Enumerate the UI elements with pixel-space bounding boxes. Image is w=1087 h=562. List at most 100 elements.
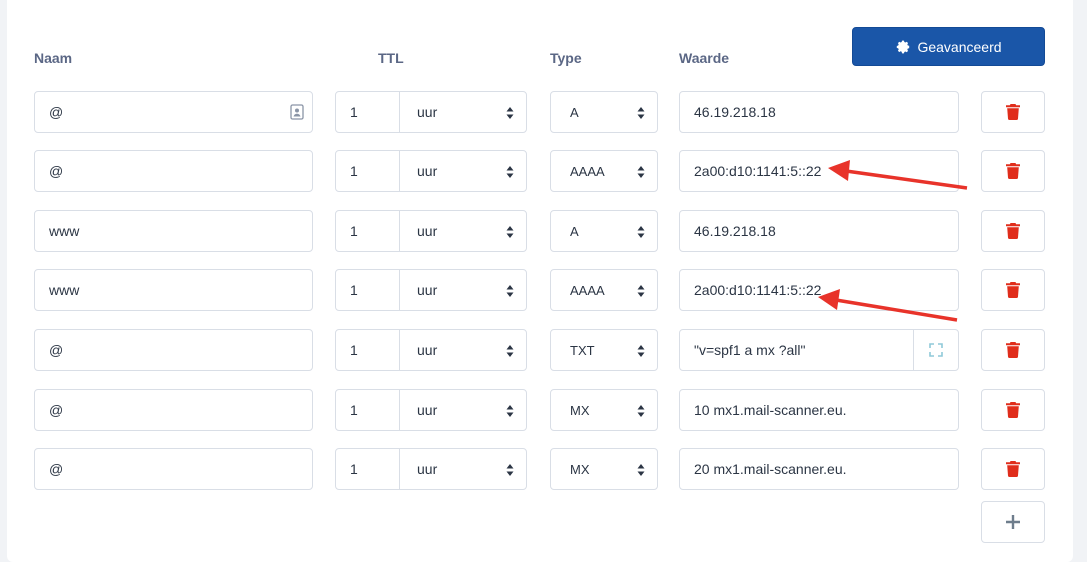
type-value: A bbox=[570, 223, 579, 239]
ttl-input[interactable]: 1 bbox=[335, 269, 400, 311]
delete-record-button[interactable] bbox=[981, 269, 1045, 311]
sort-caret-icon bbox=[506, 226, 514, 238]
advanced-button[interactable]: Geavanceerd bbox=[852, 27, 1045, 66]
ttl-value: 1 bbox=[350, 223, 358, 239]
ttl-input[interactable]: 1 bbox=[335, 91, 400, 133]
delete-record-button[interactable] bbox=[981, 91, 1045, 133]
value-input[interactable]: 46.19.218.18 bbox=[679, 91, 959, 133]
type-value: MX bbox=[570, 461, 590, 477]
name-value: @ bbox=[49, 163, 64, 179]
trash-icon bbox=[1006, 223, 1020, 239]
type-value: AAAA bbox=[570, 163, 605, 179]
ttl-input[interactable]: 1 bbox=[335, 448, 400, 490]
ttl-unit-select[interactable]: uur bbox=[399, 329, 527, 371]
ttl-value: 1 bbox=[350, 104, 358, 120]
delete-record-button[interactable] bbox=[981, 389, 1045, 431]
name-input[interactable]: www bbox=[34, 269, 313, 311]
ttl-unit-value: uur bbox=[417, 461, 438, 477]
sort-caret-icon bbox=[506, 464, 514, 476]
value-input[interactable]: "v=spf1 a mx ?all" bbox=[679, 329, 959, 371]
type-value: TXT bbox=[570, 342, 595, 358]
sort-caret-icon bbox=[506, 107, 514, 119]
record-row: @ 1 uur MX 10 mx1.mail-scanner.eu. bbox=[0, 389, 1087, 431]
type-select[interactable]: MX bbox=[550, 448, 658, 490]
value-input[interactable]: 10 mx1.mail-scanner.eu. bbox=[679, 389, 959, 431]
trash-icon bbox=[1006, 461, 1020, 477]
value-text: 46.19.218.18 bbox=[694, 223, 776, 239]
type-select[interactable]: A bbox=[550, 91, 658, 133]
ttl-unit-value: uur bbox=[417, 402, 438, 418]
name-value: www bbox=[49, 223, 80, 239]
name-value: www bbox=[49, 282, 80, 298]
ttl-value: 1 bbox=[350, 163, 358, 179]
sort-caret-icon bbox=[637, 226, 645, 238]
sort-caret-icon bbox=[637, 345, 645, 357]
value-text: 2a00:d10:1141:5::22 bbox=[694, 163, 822, 179]
name-value: @ bbox=[49, 342, 64, 358]
ttl-unit-value: uur bbox=[417, 104, 438, 120]
header-ttl: TTL bbox=[378, 50, 404, 66]
value-input[interactable]: 2a00:d10:1141:5::22 bbox=[679, 269, 959, 311]
header-name: Naam bbox=[34, 50, 73, 66]
delete-record-button[interactable] bbox=[981, 210, 1045, 252]
name-input[interactable]: @ bbox=[34, 150, 313, 192]
type-select[interactable]: MX bbox=[550, 389, 658, 431]
delete-record-button[interactable] bbox=[981, 150, 1045, 192]
expand-button[interactable] bbox=[913, 330, 958, 370]
ttl-input[interactable]: 1 bbox=[335, 389, 400, 431]
ttl-value: 1 bbox=[350, 402, 358, 418]
value-text: 2a00:d10:1141:5::22 bbox=[694, 282, 822, 298]
value-text: 46.19.218.18 bbox=[694, 104, 776, 120]
name-input[interactable]: www bbox=[34, 210, 313, 252]
trash-icon bbox=[1006, 163, 1020, 179]
ttl-value: 1 bbox=[350, 342, 358, 358]
ttl-unit-select[interactable]: uur bbox=[399, 448, 527, 490]
sort-caret-icon bbox=[637, 464, 645, 476]
name-input[interactable]: @ bbox=[34, 389, 313, 431]
type-select[interactable]: TXT bbox=[550, 329, 658, 371]
ttl-input[interactable]: 1 bbox=[335, 150, 400, 192]
value-text: 20 mx1.mail-scanner.eu. bbox=[694, 461, 847, 477]
ttl-input[interactable]: 1 bbox=[335, 329, 400, 371]
ttl-unit-select[interactable]: uur bbox=[399, 91, 527, 133]
ttl-unit-value: uur bbox=[417, 163, 438, 179]
sort-caret-icon bbox=[506, 166, 514, 178]
ttl-unit-select[interactable]: uur bbox=[399, 389, 527, 431]
ttl-unit-select[interactable]: uur bbox=[399, 210, 527, 252]
type-select[interactable]: AAAA bbox=[550, 150, 658, 192]
record-row: @ 1 uur MX 20 mx1.mail-scanner.eu. bbox=[0, 448, 1087, 490]
ttl-value: 1 bbox=[350, 282, 358, 298]
ttl-input[interactable]: 1 bbox=[335, 210, 400, 252]
header-type: Type bbox=[550, 50, 582, 66]
sort-caret-icon bbox=[637, 285, 645, 297]
name-value: @ bbox=[49, 461, 64, 477]
type-value: MX bbox=[570, 402, 590, 418]
type-value: A bbox=[570, 104, 579, 120]
delete-record-button[interactable] bbox=[981, 448, 1045, 490]
trash-icon bbox=[1006, 104, 1020, 120]
ttl-unit-select[interactable]: uur bbox=[399, 269, 527, 311]
value-input[interactable]: 2a00:d10:1141:5::22 bbox=[679, 150, 959, 192]
ttl-value: 1 bbox=[350, 461, 358, 477]
contact-card-icon[interactable] bbox=[290, 104, 304, 120]
header-value: Waarde bbox=[679, 50, 730, 66]
name-input[interactable]: @ bbox=[34, 448, 313, 490]
value-input[interactable]: 20 mx1.mail-scanner.eu. bbox=[679, 448, 959, 490]
expand-icon bbox=[929, 343, 943, 357]
trash-icon bbox=[1006, 282, 1020, 298]
sort-caret-icon bbox=[506, 405, 514, 417]
name-value: @ bbox=[49, 402, 64, 418]
ttl-unit-select[interactable]: uur bbox=[399, 150, 527, 192]
name-input[interactable]: @ bbox=[34, 329, 313, 371]
record-row: @ 1 uur AAAA 2a00:d10:1141:5::22 bbox=[0, 150, 1087, 192]
value-input[interactable]: 46.19.218.18 bbox=[679, 210, 959, 252]
type-select[interactable]: AAAA bbox=[550, 269, 658, 311]
name-input[interactable]: @ bbox=[34, 91, 313, 133]
record-row: @ 1 uur TXT "v=spf1 a mx ?all" bbox=[0, 329, 1087, 371]
type-select[interactable]: A bbox=[550, 210, 658, 252]
delete-record-button[interactable] bbox=[981, 329, 1045, 371]
record-row: www 1 uur AAAA 2a00:d10:1141:5::22 bbox=[0, 269, 1087, 311]
name-value: @ bbox=[49, 104, 64, 120]
plus-icon bbox=[1006, 515, 1020, 529]
add-record-button[interactable] bbox=[981, 501, 1045, 543]
